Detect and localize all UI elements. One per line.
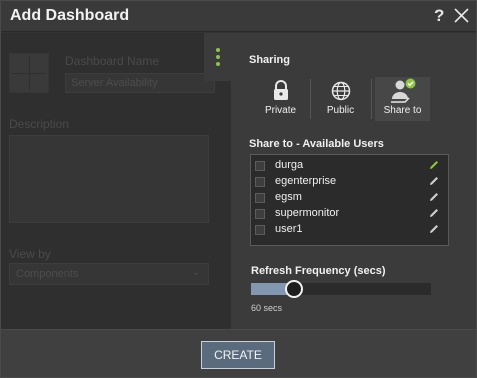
- dialog-title: Add Dashboard: [10, 7, 130, 24]
- user-name: user1: [275, 223, 303, 235]
- option-divider: [371, 79, 372, 119]
- title-bar: Add Dashboard ?: [1, 1, 476, 32]
- list-item: user1: [251, 222, 448, 238]
- dashboard-form: Dashboard Name Server Availability Descr…: [1, 33, 231, 329]
- option-divider: [310, 79, 311, 119]
- close-icon: [454, 8, 469, 23]
- list-item: durga: [251, 158, 448, 174]
- user-name: egenterprise: [275, 175, 337, 187]
- pencil-icon[interactable]: [428, 207, 440, 219]
- viewby-select[interactable]: Components ⌄: [9, 263, 209, 285]
- user-checkbox[interactable]: [255, 193, 265, 203]
- share-option-label: Private: [264, 105, 297, 116]
- dashboard-thumbnail: [9, 53, 49, 93]
- help-button[interactable]: ?: [434, 6, 444, 26]
- user-checkbox[interactable]: [255, 177, 265, 187]
- refresh-frequency-slider[interactable]: [251, 280, 431, 298]
- lock-icon: [273, 80, 288, 100]
- pencil-icon[interactable]: [428, 223, 440, 235]
- dot: [216, 48, 220, 52]
- share-option-label: Public: [326, 105, 355, 116]
- refresh-frequency-value: 60 secs: [251, 303, 283, 313]
- user-checkbox[interactable]: [255, 161, 265, 171]
- share-option-share-to[interactable]: Share to: [375, 77, 430, 121]
- description-textarea[interactable]: [9, 135, 209, 223]
- user-checkbox[interactable]: [255, 225, 265, 235]
- create-button[interactable]: CREATE: [201, 341, 275, 369]
- share-option-public[interactable]: Public: [313, 77, 368, 121]
- globe-icon: [331, 81, 350, 101]
- sharing-label: Sharing: [249, 54, 290, 66]
- dot: [216, 62, 220, 66]
- chevron-down-icon: ⌄: [191, 267, 200, 278]
- list-item: supermonitor: [251, 206, 448, 222]
- user-checkbox[interactable]: [255, 209, 265, 219]
- viewby-value: Components: [16, 268, 79, 280]
- slider-handle[interactable]: [285, 280, 303, 298]
- dot: [216, 55, 220, 59]
- user-name: egsm: [275, 191, 302, 203]
- refresh-frequency-label: Refresh Frequency (secs): [251, 265, 386, 277]
- sharing-panel: Sharing Private Public Share to Share to…: [231, 33, 476, 329]
- list-item: egsm: [251, 190, 448, 206]
- available-users-label: Share to - Available Users: [249, 138, 384, 150]
- description-label: Description: [9, 117, 70, 131]
- pencil-icon[interactable]: [428, 191, 440, 203]
- list-item: egenterprise: [251, 174, 448, 190]
- dashboard-name-input[interactable]: Server Availability: [65, 73, 215, 93]
- share-option-private[interactable]: Private: [253, 77, 308, 121]
- close-button[interactable]: [452, 5, 470, 25]
- available-users-list: durga egenterprise egsm supermonitor use…: [250, 154, 449, 246]
- user-name: supermonitor: [275, 207, 340, 219]
- share-option-label: Share to: [383, 105, 422, 116]
- pencil-icon[interactable]: [428, 175, 440, 187]
- panel-toggle-handle[interactable]: [204, 33, 231, 81]
- viewby-label: View by: [9, 247, 51, 261]
- pencil-icon[interactable]: [428, 159, 440, 171]
- add-dashboard-dialog: Add Dashboard ? Dashboard Name Server Av…: [0, 0, 477, 378]
- dashboard-name-label: Dashboard Name: [65, 54, 160, 68]
- dialog-footer: CREATE: [1, 329, 476, 377]
- share-user-icon: [390, 78, 415, 103]
- user-name: durga: [275, 159, 304, 171]
